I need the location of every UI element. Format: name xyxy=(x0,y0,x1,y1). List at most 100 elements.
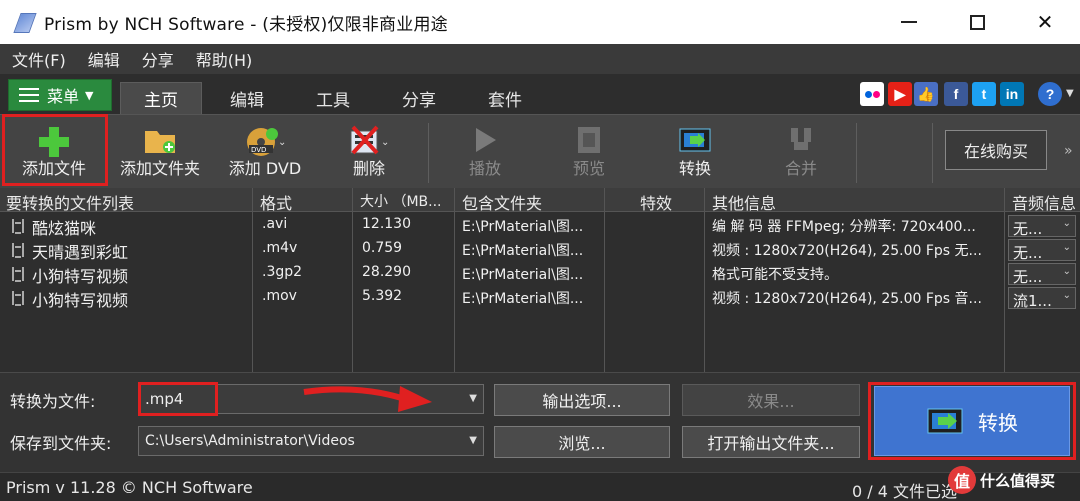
convert-to-label: 转换为文件: xyxy=(10,392,96,411)
tab-edit[interactable]: 编辑 xyxy=(210,82,284,114)
menu-share[interactable]: 分享 xyxy=(142,47,174,71)
file-folder: E:\PrMaterial\图... xyxy=(462,219,584,235)
browse-button[interactable]: 浏览... xyxy=(494,426,670,458)
col-header-size[interactable]: 大小 （MB... xyxy=(360,191,441,211)
column-divider[interactable] xyxy=(352,188,353,372)
svg-text:DVD: DVD xyxy=(251,146,266,154)
merge-button[interactable]: 合并 xyxy=(764,119,838,185)
toolbar-divider xyxy=(428,123,429,183)
minimize-button[interactable] xyxy=(880,0,938,44)
status-bar: Prism v 11.28 © NCH Software 0 / 4 文件已选 xyxy=(0,472,1080,501)
column-divider[interactable] xyxy=(704,188,705,372)
overflow-icon[interactable]: » xyxy=(1064,143,1073,159)
audio-select-value: 流1... xyxy=(1013,292,1052,310)
delete-icon: ⌄ xyxy=(350,125,389,155)
watermark-logo: 值 xyxy=(948,466,976,494)
convert-toolbar-button[interactable]: 转换 xyxy=(656,119,734,185)
drag-handle-icon[interactable] xyxy=(12,291,24,306)
tab-suite[interactable]: 套件 xyxy=(468,82,542,114)
convert-toolbar-label: 转换 xyxy=(678,159,711,178)
file-info: 编 解 码 器 FFMpeg; 分辨率: 720x400... xyxy=(712,219,976,235)
chevron-down-icon: ▼ xyxy=(469,435,477,446)
audio-select[interactable]: 无... ⌄ xyxy=(1008,215,1076,238)
col-header-audio[interactable]: 音频信息 xyxy=(1012,190,1076,214)
preview-button[interactable]: 预览 xyxy=(552,119,626,185)
column-divider[interactable] xyxy=(1004,188,1005,372)
delete-label: 删除 xyxy=(352,159,385,178)
audio-select[interactable]: 流1... ⌄ xyxy=(1008,287,1076,310)
menu-file[interactable]: 文件(F) xyxy=(12,47,66,71)
file-info: 格式可能不受支持。 xyxy=(712,267,838,283)
table-row[interactable]: 小狗特写视频 .3gp2 28.290 E:\PrMaterial\图... 格… xyxy=(0,262,1080,286)
youtube-icon[interactable]: ▶ xyxy=(888,82,912,106)
table-row[interactable]: 酷炫猫咪 .avi 12.130 E:\PrMaterial\图... 编 解 … xyxy=(0,214,1080,238)
toolbar: 添加文件 添加文件夹 DVD ⌄ 添加 DVD ⌄ 删除 播放 预览 转换 合并 … xyxy=(0,114,1080,188)
effects-button[interactable]: 效果... xyxy=(682,384,860,416)
output-options-button[interactable]: 输出选项... xyxy=(494,384,670,416)
merge-icon xyxy=(791,128,811,150)
open-output-folder-button[interactable]: 打开输出文件夹... xyxy=(682,426,860,458)
drag-handle-icon[interactable] xyxy=(12,267,24,282)
close-button[interactable]: ✕ xyxy=(1016,0,1074,44)
col-header-info[interactable]: 其他信息 xyxy=(712,190,776,214)
file-format: .mov xyxy=(262,288,297,304)
help-icon[interactable]: ? xyxy=(1038,82,1062,106)
add-folder-label: 添加文件夹 xyxy=(119,159,200,178)
flickr-icon[interactable] xyxy=(860,82,884,106)
file-format: .m4v xyxy=(262,240,298,256)
delete-button[interactable]: ⌄ 删除 xyxy=(330,119,408,185)
column-divider[interactable] xyxy=(604,188,605,372)
table-row[interactable]: 小狗特写视频 .mov 5.392 E:\PrMaterial\图... 视频 … xyxy=(0,286,1080,310)
linkedin-icon[interactable]: in xyxy=(1000,82,1024,106)
audio-select-value: 无... xyxy=(1013,244,1043,262)
close-icon: ✕ xyxy=(1036,10,1054,34)
menu-edit[interactable]: 编辑 xyxy=(88,47,120,71)
add-folder-button[interactable]: 添加文件夹 xyxy=(112,119,208,185)
file-name: 小狗特写视频 xyxy=(32,291,129,310)
tab-share[interactable]: 分享 xyxy=(382,82,456,114)
chevron-down-icon: ⌄ xyxy=(1062,218,1071,229)
svg-text:⌄: ⌄ xyxy=(381,137,389,148)
audio-select[interactable]: 无... ⌄ xyxy=(1008,263,1076,286)
facebook-icon[interactable]: f xyxy=(944,82,968,106)
menu-bar: 文件(F) 编辑 分享 帮助(H) xyxy=(0,44,1080,74)
buy-online-button[interactable]: 在线购买 xyxy=(945,130,1047,170)
annotation-arrow-icon xyxy=(303,386,432,412)
menu-help[interactable]: 帮助(H) xyxy=(196,47,253,71)
main-menu-button[interactable]: 菜单 ▼ xyxy=(8,79,112,111)
col-header-folder[interactable]: 包含文件夹 xyxy=(462,190,542,214)
highlight-add-file xyxy=(2,114,108,186)
col-header-name[interactable]: 要转换的文件列表 xyxy=(6,190,134,214)
audio-select[interactable]: 无... ⌄ xyxy=(1008,239,1076,262)
hamburger-icon xyxy=(19,88,39,102)
help-chevron-icon[interactable]: ▼ xyxy=(1066,88,1074,99)
preview-icon xyxy=(578,127,600,153)
tab-home[interactable]: 主页 xyxy=(120,82,202,114)
file-list-header: 要转换的文件列表 格式 大小 （MB... 包含文件夹 特效 其他信息 音频信息 xyxy=(0,188,1080,214)
table-row[interactable]: 天晴遇到彩虹 .m4v 0.759 E:\PrMaterial\图... 视频 … xyxy=(0,238,1080,262)
twitter-icon[interactable]: t xyxy=(972,82,996,106)
main-menu-label: 菜单 xyxy=(47,87,80,106)
file-name: 酷炫猫咪 xyxy=(32,219,97,238)
save-folder-select[interactable]: C:\Users\Administrator\Videos ▼ xyxy=(138,426,484,456)
svg-text:⌄: ⌄ xyxy=(278,137,285,148)
add-folder-icon xyxy=(145,131,175,153)
column-divider[interactable] xyxy=(252,188,253,372)
col-header-format[interactable]: 格式 xyxy=(260,190,292,214)
maximize-button[interactable] xyxy=(948,0,1006,44)
col-header-effects[interactable]: 特效 xyxy=(640,190,672,214)
tab-tools[interactable]: 工具 xyxy=(296,82,370,114)
drag-handle-icon[interactable] xyxy=(12,243,24,258)
audio-select-value: 无... xyxy=(1013,220,1043,238)
file-info: 视频 : 1280x720(H264), 25.00 Fps 无... xyxy=(712,243,982,259)
add-dvd-button[interactable]: DVD ⌄ 添加 DVD xyxy=(222,119,308,185)
file-size: 0.759 xyxy=(362,240,403,256)
play-icon xyxy=(476,128,496,152)
drag-handle-icon[interactable] xyxy=(12,219,24,234)
status-selection: 0 / 4 文件已选 xyxy=(852,482,958,501)
maximize-icon xyxy=(969,14,985,30)
play-button[interactable]: 播放 xyxy=(448,119,522,185)
column-divider[interactable] xyxy=(454,188,455,372)
like-icon[interactable]: 👍 xyxy=(914,82,938,106)
file-size: 5.392 xyxy=(362,288,403,304)
